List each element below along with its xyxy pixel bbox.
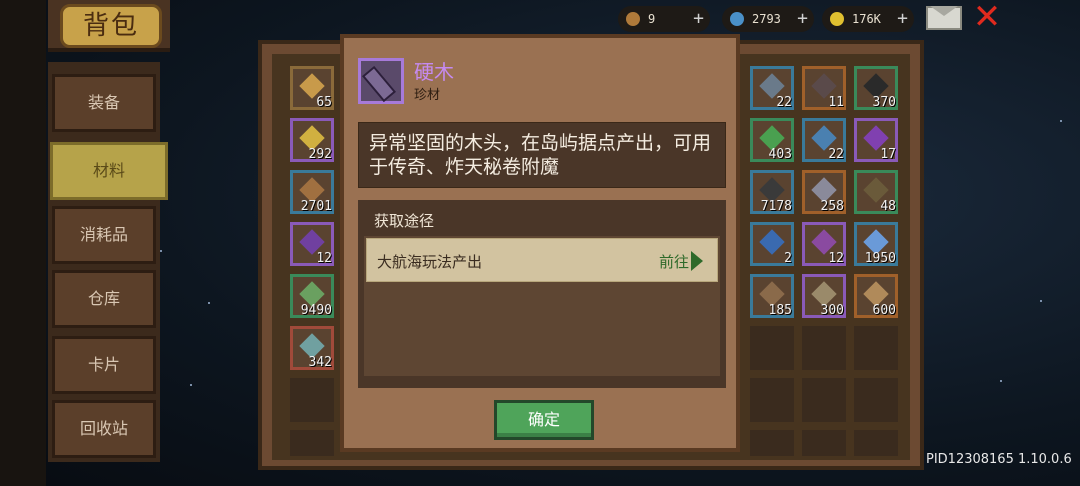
- coin-icon: [830, 12, 844, 26]
- inventory-slot-empty[interactable]: [802, 378, 846, 422]
- sidebar-item-cards[interactable]: 卡片: [52, 336, 156, 394]
- inventory-slot[interactable]: 300: [802, 274, 846, 318]
- sidebar-item-materials[interactable]: 材料: [50, 142, 168, 200]
- source-list: 大航海玩法产出 前往: [364, 236, 720, 376]
- scroll-icon: [759, 229, 785, 255]
- confirm-button[interactable]: 确定: [494, 400, 594, 440]
- sidebar-item-warehouse[interactable]: 仓库: [52, 270, 156, 328]
- slot-count: 403: [768, 147, 792, 162]
- inventory-slot[interactable]: 2: [750, 222, 794, 266]
- inventory-slot[interactable]: 65: [290, 66, 334, 110]
- slot-count: 65: [316, 95, 332, 110]
- slot-count: 48: [880, 199, 896, 214]
- item-description: 异常坚固的木头，在岛屿据点产出，可用于传奇、炸天秘卷附魔: [369, 132, 712, 178]
- inventory-slot-empty[interactable]: [802, 430, 846, 456]
- slot-count: 292: [308, 147, 332, 162]
- slot-count: 342: [308, 355, 332, 370]
- close-icon[interactable]: ✕: [970, 0, 1004, 34]
- resource-coin: 176K +: [822, 6, 914, 32]
- inventory-slot[interactable]: 22: [750, 66, 794, 110]
- slot-count: 12: [316, 251, 332, 266]
- inventory-slot-empty[interactable]: [854, 430, 898, 456]
- slot-count: 2701: [300, 199, 332, 214]
- inventory-slot[interactable]: 370: [854, 66, 898, 110]
- slot-count: 17: [880, 147, 896, 162]
- inventory-slot[interactable]: 22: [802, 118, 846, 162]
- slot-count: 600: [872, 303, 896, 318]
- left-edge-panel: [0, 0, 46, 486]
- title-tab: 背包: [48, 0, 170, 52]
- item-name: 硬木: [414, 60, 454, 84]
- resource-fish-value: 9: [648, 12, 656, 26]
- inventory-slot[interactable]: 258: [802, 170, 846, 214]
- item-type: 珍材: [414, 88, 441, 103]
- inventory-slot[interactable]: 11: [802, 66, 846, 110]
- slot-count: 2: [784, 251, 792, 266]
- add-coin-button[interactable]: +: [897, 6, 908, 32]
- slot-count: 300: [820, 303, 844, 318]
- inventory-slot-empty[interactable]: [750, 378, 794, 422]
- hardwood-icon: [358, 58, 404, 104]
- sidebar-item-consumables[interactable]: 消耗品: [52, 206, 156, 264]
- inventory-slot[interactable]: 600: [854, 274, 898, 318]
- inventory-slot[interactable]: 9490: [290, 274, 334, 318]
- build-info: PID12308165 1.10.0.6: [926, 452, 1072, 467]
- inventory-slot-empty[interactable]: [750, 326, 794, 370]
- inventory-slot-empty[interactable]: [802, 326, 846, 370]
- inventory-slot[interactable]: 12: [802, 222, 846, 266]
- resource-gem-value: 2793: [752, 12, 781, 26]
- inventory-slot[interactable]: 17: [854, 118, 898, 162]
- resource-gem: 2793 +: [722, 6, 814, 32]
- resource-coin-value: 176K: [852, 12, 881, 26]
- inventory-slot[interactable]: 342: [290, 326, 334, 370]
- log-shape: [361, 65, 397, 103]
- inventory-slot-empty[interactable]: [750, 430, 794, 456]
- goto-button[interactable]: 前往: [659, 251, 689, 272]
- slot-count: 12: [828, 251, 844, 266]
- slot-count: 22: [776, 95, 792, 110]
- inventory-slot[interactable]: 185: [750, 274, 794, 318]
- add-gem-button[interactable]: +: [797, 6, 808, 32]
- inventory-slot-empty[interactable]: [854, 326, 898, 370]
- item-detail-dialog: 硬木 珍材 异常坚固的木头，在岛屿据点产出，可用于传奇、炸天秘卷附魔 获取途径 …: [340, 34, 740, 452]
- inventory-slot[interactable]: 48: [854, 170, 898, 214]
- sidebar-item-equipment[interactable]: 装备: [52, 74, 156, 132]
- resource-fish: 9 +: [618, 6, 710, 32]
- fish-icon: [626, 12, 640, 26]
- inventory-slot[interactable]: 1950: [854, 222, 898, 266]
- item-description-box: 异常坚固的木头，在岛屿据点产出，可用于传奇、炸天秘卷附魔: [358, 122, 726, 188]
- inventory-slot[interactable]: 2701: [290, 170, 334, 214]
- slot-count: 1950: [864, 251, 896, 266]
- sidebar: 装备 材料 消耗品 仓库 卡片 回收站: [48, 62, 168, 462]
- page-title: 背包: [60, 4, 162, 48]
- slot-count: 7178: [760, 199, 792, 214]
- add-fish-button[interactable]: +: [693, 6, 704, 32]
- inventory-slot[interactable]: 12: [290, 222, 334, 266]
- source-row[interactable]: 大航海玩法产出 前往: [366, 238, 718, 282]
- slot-count: 9490: [300, 303, 332, 318]
- slot-count: 370: [872, 95, 896, 110]
- inventory-slot-empty[interactable]: [290, 378, 334, 422]
- slot-count: 185: [768, 303, 792, 318]
- slot-count: 11: [828, 95, 844, 110]
- inventory-slot[interactable]: 292: [290, 118, 334, 162]
- slot-count: 258: [820, 199, 844, 214]
- slot-count: 22: [828, 147, 844, 162]
- mail-icon[interactable]: [926, 6, 962, 30]
- source-label: 大航海玩法产出: [377, 253, 483, 271]
- inventory-slot-empty[interactable]: [290, 430, 334, 456]
- inventory-slot[interactable]: 7178: [750, 170, 794, 214]
- gem-icon: [730, 12, 744, 26]
- play-arrow-icon[interactable]: [691, 251, 703, 271]
- sidebar-item-recycle[interactable]: 回收站: [52, 400, 156, 458]
- source-title: 获取途径: [374, 212, 435, 230]
- source-section: 获取途径 大航海玩法产出 前往: [358, 200, 726, 388]
- inventory-slot-empty[interactable]: [854, 378, 898, 422]
- inventory-slot[interactable]: 403: [750, 118, 794, 162]
